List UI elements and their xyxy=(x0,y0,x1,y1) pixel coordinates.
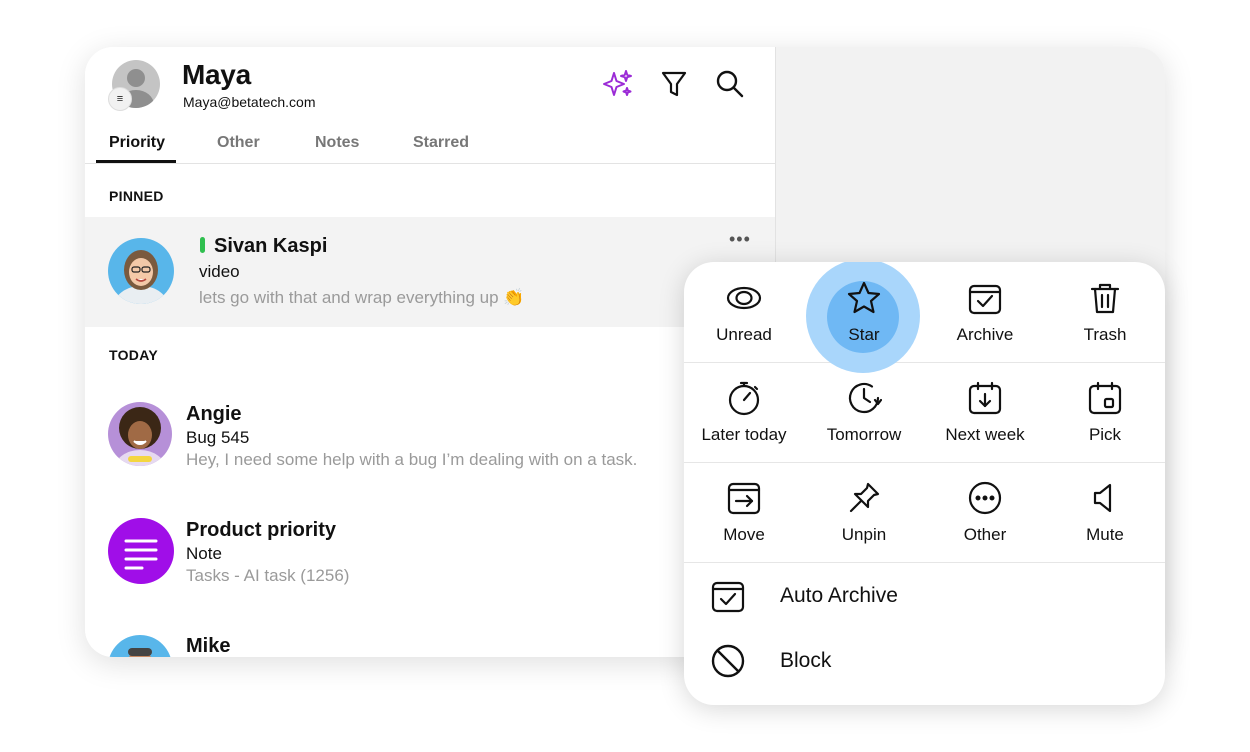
mute-button[interactable]: Mute xyxy=(1045,462,1165,562)
next-week-button[interactable]: Next week xyxy=(925,362,1045,462)
tab-bar: Priority Other Notes Starred xyxy=(85,127,775,164)
trash-label: Trash xyxy=(1083,325,1127,344)
user-email: Maya@betatech.com xyxy=(183,94,316,110)
menu-icon[interactable]: ≡ xyxy=(108,87,132,111)
archive-icon xyxy=(967,280,1003,316)
block-label: Block xyxy=(780,649,832,672)
section-today-label: TODAY xyxy=(109,347,158,363)
actions-row-3: Move Unpin Other Mute xyxy=(684,462,1165,563)
actions-row-1: Unread Star Archive Trash xyxy=(684,262,1165,373)
actions-row-2: Later today Tomorrow Next week Pick xyxy=(684,362,1165,463)
auto-archive-label: Auto Archive xyxy=(780,584,898,607)
mute-label: Mute xyxy=(1086,525,1124,544)
section-pinned-label: PINNED xyxy=(109,188,164,204)
note-icon xyxy=(108,518,174,584)
move-button[interactable]: Move xyxy=(684,462,804,562)
tab-other[interactable]: Other xyxy=(217,134,260,152)
trash-button[interactable]: Trash xyxy=(1045,262,1165,362)
pinned-preview: lets go with that and wrap everything up… xyxy=(199,288,525,307)
star-icon xyxy=(846,280,882,316)
inbox-pane: ≡ Maya Maya@betatech.com Priority Other … xyxy=(85,47,775,657)
auto-archive-button[interactable]: Auto Archive xyxy=(684,564,1165,628)
sparkle-icon[interactable] xyxy=(601,67,635,101)
pick-date-button[interactable]: Pick xyxy=(1045,362,1165,462)
more-circle-icon xyxy=(967,480,1003,516)
email-subject: Note xyxy=(186,544,222,563)
clock-forward-icon xyxy=(846,380,883,416)
pinned-subject: video xyxy=(199,262,240,281)
avatar xyxy=(108,402,172,466)
email-actions-menu: Unread Star Archive Trash Later today To… xyxy=(684,262,1165,705)
email-sender: Product priority xyxy=(186,519,337,541)
unread-button[interactable]: Unread xyxy=(684,262,804,362)
trash-icon xyxy=(1087,280,1123,316)
email-sender: Mike xyxy=(186,635,231,657)
move-icon xyxy=(726,480,762,516)
tomorrow-button[interactable]: Tomorrow xyxy=(804,362,924,462)
avatar xyxy=(108,238,174,304)
email-sender: Angie xyxy=(186,403,242,425)
avatar xyxy=(108,635,172,657)
mute-icon xyxy=(1087,480,1123,516)
unpin-icon xyxy=(846,480,882,516)
search-icon[interactable] xyxy=(713,67,747,101)
pinned-email-row[interactable] xyxy=(85,217,775,327)
email-preview: Hey, I need some help with a bug I’m dea… xyxy=(186,450,638,469)
block-button[interactable]: Block xyxy=(684,629,1165,693)
archive-check-icon xyxy=(710,578,746,614)
online-indicator xyxy=(200,237,205,253)
calendar-down-icon xyxy=(967,380,1003,416)
tab-notes[interactable]: Notes xyxy=(315,134,359,152)
email-subject: Bug 545 xyxy=(186,428,250,447)
stopwatch-icon xyxy=(726,380,762,416)
tab-priority[interactable]: Priority xyxy=(109,134,165,152)
star-button[interactable]: Star xyxy=(804,262,924,362)
pick-label: Pick xyxy=(1088,425,1122,444)
eye-icon xyxy=(726,280,762,316)
active-tab-indicator xyxy=(96,160,176,163)
pinned-sender: Sivan Kaspi xyxy=(214,235,328,257)
tab-starred[interactable]: Starred xyxy=(413,134,469,152)
calendar-pick-icon xyxy=(1087,380,1123,416)
user-name: Maya xyxy=(182,59,251,90)
unpin-button[interactable]: Unpin xyxy=(804,462,924,562)
archive-button[interactable]: Archive xyxy=(925,262,1045,362)
other-button[interactable]: Other xyxy=(925,462,1045,562)
more-options-icon[interactable]: ••• xyxy=(729,229,751,250)
email-preview: Tasks - AI task (1256) xyxy=(186,566,350,585)
later-today-button[interactable]: Later today xyxy=(684,362,804,462)
block-icon xyxy=(710,643,746,679)
filter-icon[interactable] xyxy=(657,67,691,101)
